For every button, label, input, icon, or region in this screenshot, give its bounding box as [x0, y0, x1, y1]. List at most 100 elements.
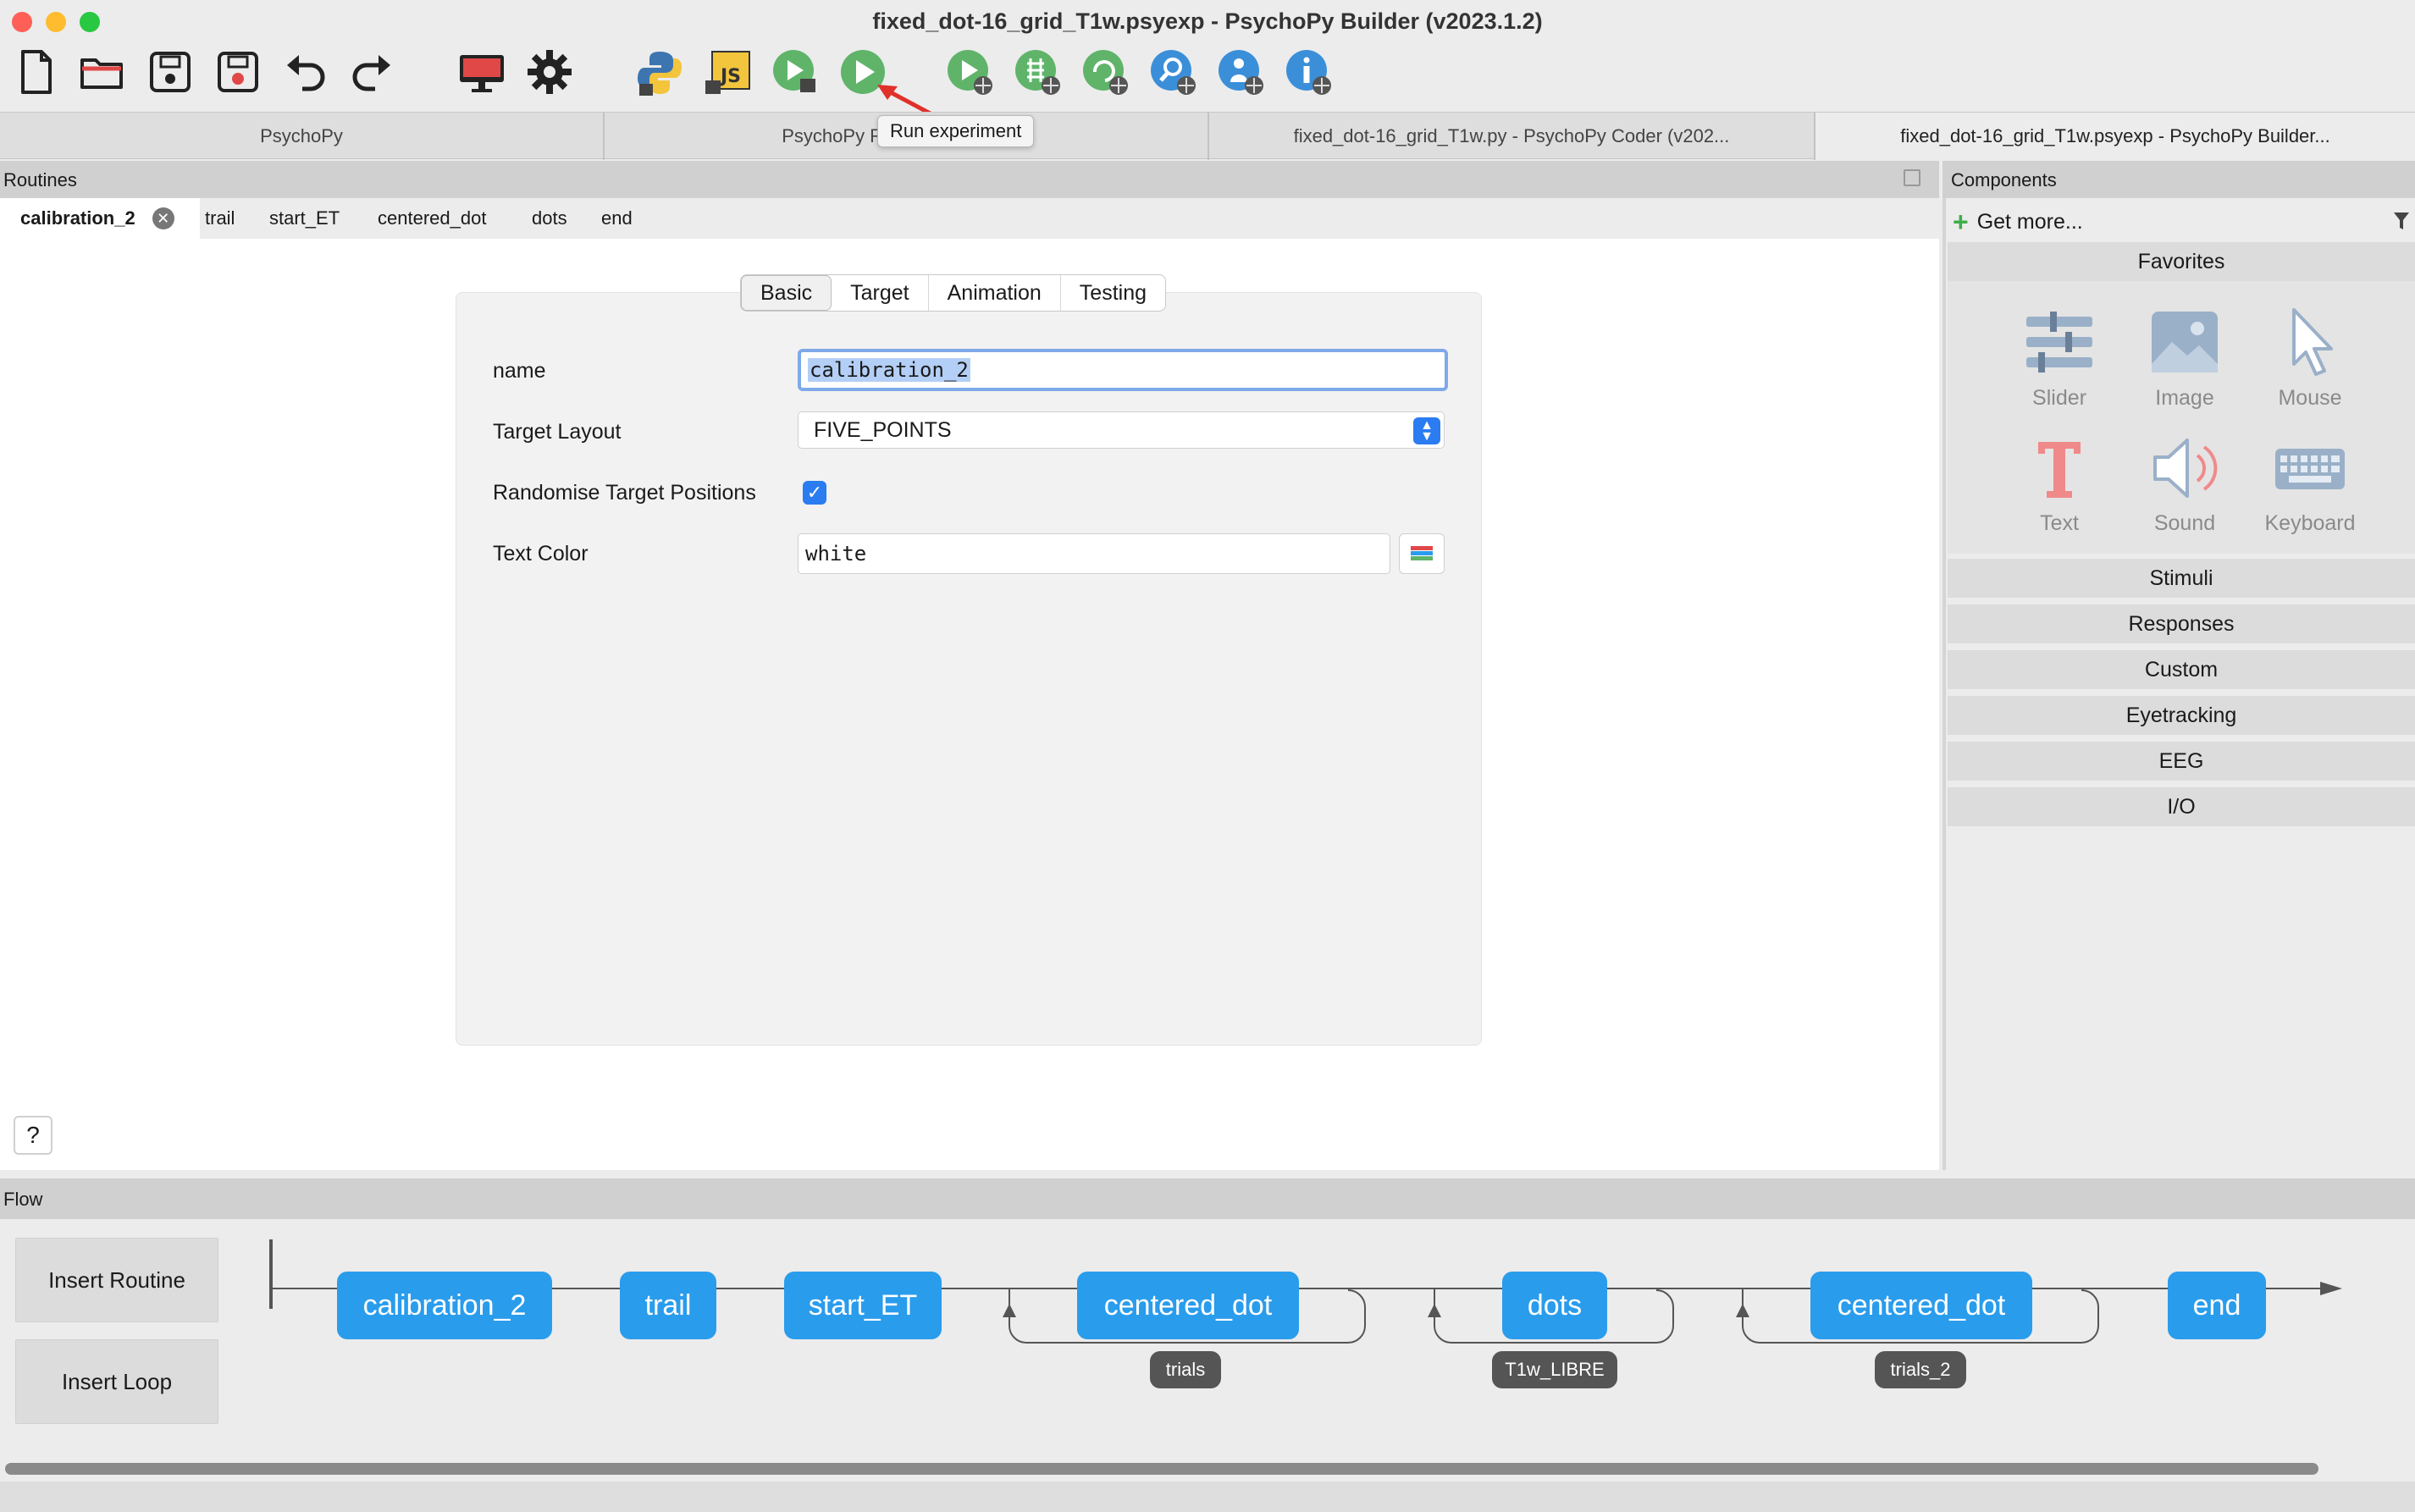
- compile-python-button[interactable]: [632, 44, 688, 100]
- tab-coder[interactable]: fixed_dot-16_grid_T1w.py - PsychoPy Code…: [1209, 113, 1815, 160]
- user-info-button[interactable]: [1213, 44, 1268, 100]
- sync-icon: [1015, 50, 1060, 95]
- text-label: Text: [2040, 511, 2079, 535]
- text-color-input[interactable]: white: [798, 533, 1390, 574]
- maximize-panel-icon[interactable]: [1904, 169, 1920, 186]
- category-stimuli[interactable]: Stimuli: [1948, 559, 2415, 598]
- flow-horizontal-scrollbar[interactable]: [5, 1463, 2318, 1475]
- new-file-button[interactable]: [8, 44, 64, 100]
- routine-tab-start-et[interactable]: start_ET: [269, 198, 340, 239]
- tab-basic[interactable]: Basic: [741, 275, 832, 311]
- tab-psychopy[interactable]: PsychoPy: [0, 113, 605, 160]
- name-input-value: calibration_2: [808, 358, 970, 382]
- flow-routine-trail[interactable]: trail: [620, 1272, 716, 1339]
- routine-tab-dots[interactable]: dots: [532, 198, 567, 239]
- category-responses[interactable]: Responses: [1948, 604, 2415, 643]
- preferences-button[interactable]: [522, 44, 578, 100]
- online-pilot-icon: [948, 50, 992, 95]
- mouse-icon: [2292, 308, 2333, 376]
- filter-icon[interactable]: [2393, 212, 2410, 230]
- redo-button[interactable]: [344, 44, 400, 100]
- flow-routine-centered-dot[interactable]: centered_dot: [1077, 1272, 1299, 1339]
- routines-title: Routines: [3, 169, 77, 190]
- color-picker-icon: [1411, 546, 1433, 560]
- component-image[interactable]: Image: [2125, 305, 2244, 423]
- bottom-status-strip: [0, 1482, 2415, 1512]
- loop-label-trials-2[interactable]: trials_2: [1875, 1351, 1966, 1388]
- help-button[interactable]: ?: [14, 1116, 52, 1155]
- component-slider[interactable]: Slider: [2000, 305, 2119, 423]
- flow-routine-end[interactable]: end: [2168, 1272, 2266, 1339]
- redo-icon: [352, 55, 390, 91]
- text-color-value: white: [805, 542, 867, 566]
- category-eeg[interactable]: EEG: [1948, 742, 2415, 781]
- components-header: Components: [1942, 161, 2415, 198]
- folder-icon: [80, 58, 123, 89]
- routine-tab-trail[interactable]: trail: [205, 198, 235, 239]
- title-bar: fixed_dot-16_grid_T1w.psyexp - PsychoPy …: [0, 0, 2415, 119]
- flow-end-arrow-icon: [2320, 1282, 2342, 1295]
- flow-routine-dots[interactable]: dots: [1502, 1272, 1607, 1339]
- flow-routine-start-et[interactable]: start_ET: [784, 1272, 942, 1339]
- sync-project-button[interactable]: [1009, 44, 1065, 100]
- text-icon: [2038, 442, 2081, 498]
- randomise-label: Randomise Target Positions: [493, 481, 756, 505]
- project-info-button[interactable]: [1280, 44, 1336, 100]
- name-label: name: [493, 359, 546, 383]
- category-io[interactable]: I/O: [1948, 787, 2415, 826]
- tab-builder[interactable]: fixed_dot-16_grid_T1w.psyexp - PsychoPy …: [1815, 113, 2415, 160]
- flow-header: Flow: [0, 1178, 2415, 1219]
- save-as-button[interactable]: [210, 44, 266, 100]
- tab-animation[interactable]: Animation: [929, 275, 1061, 311]
- routine-tab-bar: calibration_2 ✕ trail start_ET centered_…: [0, 198, 1939, 239]
- window-title: fixed_dot-16_grid_T1w.psyexp - PsychoPy …: [872, 8, 1543, 34]
- save-button[interactable]: [142, 44, 198, 100]
- component-keyboard[interactable]: Keyboard: [2251, 430, 2369, 549]
- search-project-button[interactable]: [1145, 44, 1201, 100]
- keyboard-label: Keyboard: [2264, 511, 2356, 535]
- tab-target[interactable]: Target: [832, 275, 929, 311]
- routine-tab-calibration-2[interactable]: calibration_2 ✕: [0, 198, 200, 239]
- loop-trials-2-arrow-icon: [1736, 1304, 1749, 1317]
- randomise-checkbox[interactable]: ✓: [803, 481, 826, 505]
- slider-icon: [2026, 312, 2092, 372]
- routine-tab-end[interactable]: end: [601, 198, 633, 239]
- close-tab-icon[interactable]: ✕: [152, 207, 174, 229]
- image-label: Image: [2155, 386, 2214, 410]
- target-layout-select[interactable]: FIVE_POINTS ▲ ▼: [798, 411, 1445, 449]
- run-online-button[interactable]: [1077, 44, 1133, 100]
- monitor-icon: [460, 55, 504, 92]
- target-layout-value: FIVE_POINTS: [814, 417, 952, 442]
- undo-button[interactable]: [278, 44, 334, 100]
- component-sound[interactable]: Sound: [2125, 430, 2244, 549]
- sound-icon: [2153, 439, 2218, 498]
- monitor-button[interactable]: [454, 44, 510, 100]
- component-text[interactable]: Text: [2000, 430, 2119, 549]
- pilot-play-icon: [773, 50, 815, 92]
- run-pilot-button[interactable]: [767, 44, 823, 100]
- compile-js-button[interactable]: JS: [699, 44, 755, 100]
- save-icon: [150, 52, 191, 92]
- flow-routine-centered-dot-2[interactable]: centered_dot: [1810, 1272, 2032, 1339]
- get-more-button[interactable]: + Get more...: [1953, 207, 2083, 237]
- name-input[interactable]: calibration_2: [798, 349, 1448, 391]
- flow-routine-calibration-2[interactable]: calibration_2: [337, 1272, 552, 1339]
- routine-tab-centered-dot[interactable]: centered_dot: [378, 198, 486, 239]
- python-icon: [638, 52, 682, 96]
- image-icon: [2152, 312, 2218, 372]
- category-eyetracking[interactable]: Eyetracking: [1948, 696, 2415, 735]
- open-folder-button[interactable]: [75, 44, 130, 100]
- properties-tab-bar: Basic Target Animation Testing: [740, 274, 1167, 312]
- routines-header: Routines: [0, 161, 1939, 198]
- loop-label-t1w-libre[interactable]: T1w_LIBRE: [1492, 1351, 1617, 1388]
- user-icon: [1219, 50, 1263, 95]
- category-custom[interactable]: Custom: [1948, 650, 2415, 689]
- category-favorites[interactable]: Favorites: [1948, 242, 2415, 281]
- color-picker-button[interactable]: [1399, 533, 1445, 574]
- pilot-online-button[interactable]: [942, 44, 998, 100]
- mouse-label: Mouse: [2278, 386, 2342, 410]
- info-icon: [1286, 50, 1331, 95]
- component-mouse[interactable]: Mouse: [2251, 305, 2369, 423]
- loop-label-trials[interactable]: trials: [1150, 1351, 1221, 1388]
- tab-testing[interactable]: Testing: [1061, 275, 1165, 311]
